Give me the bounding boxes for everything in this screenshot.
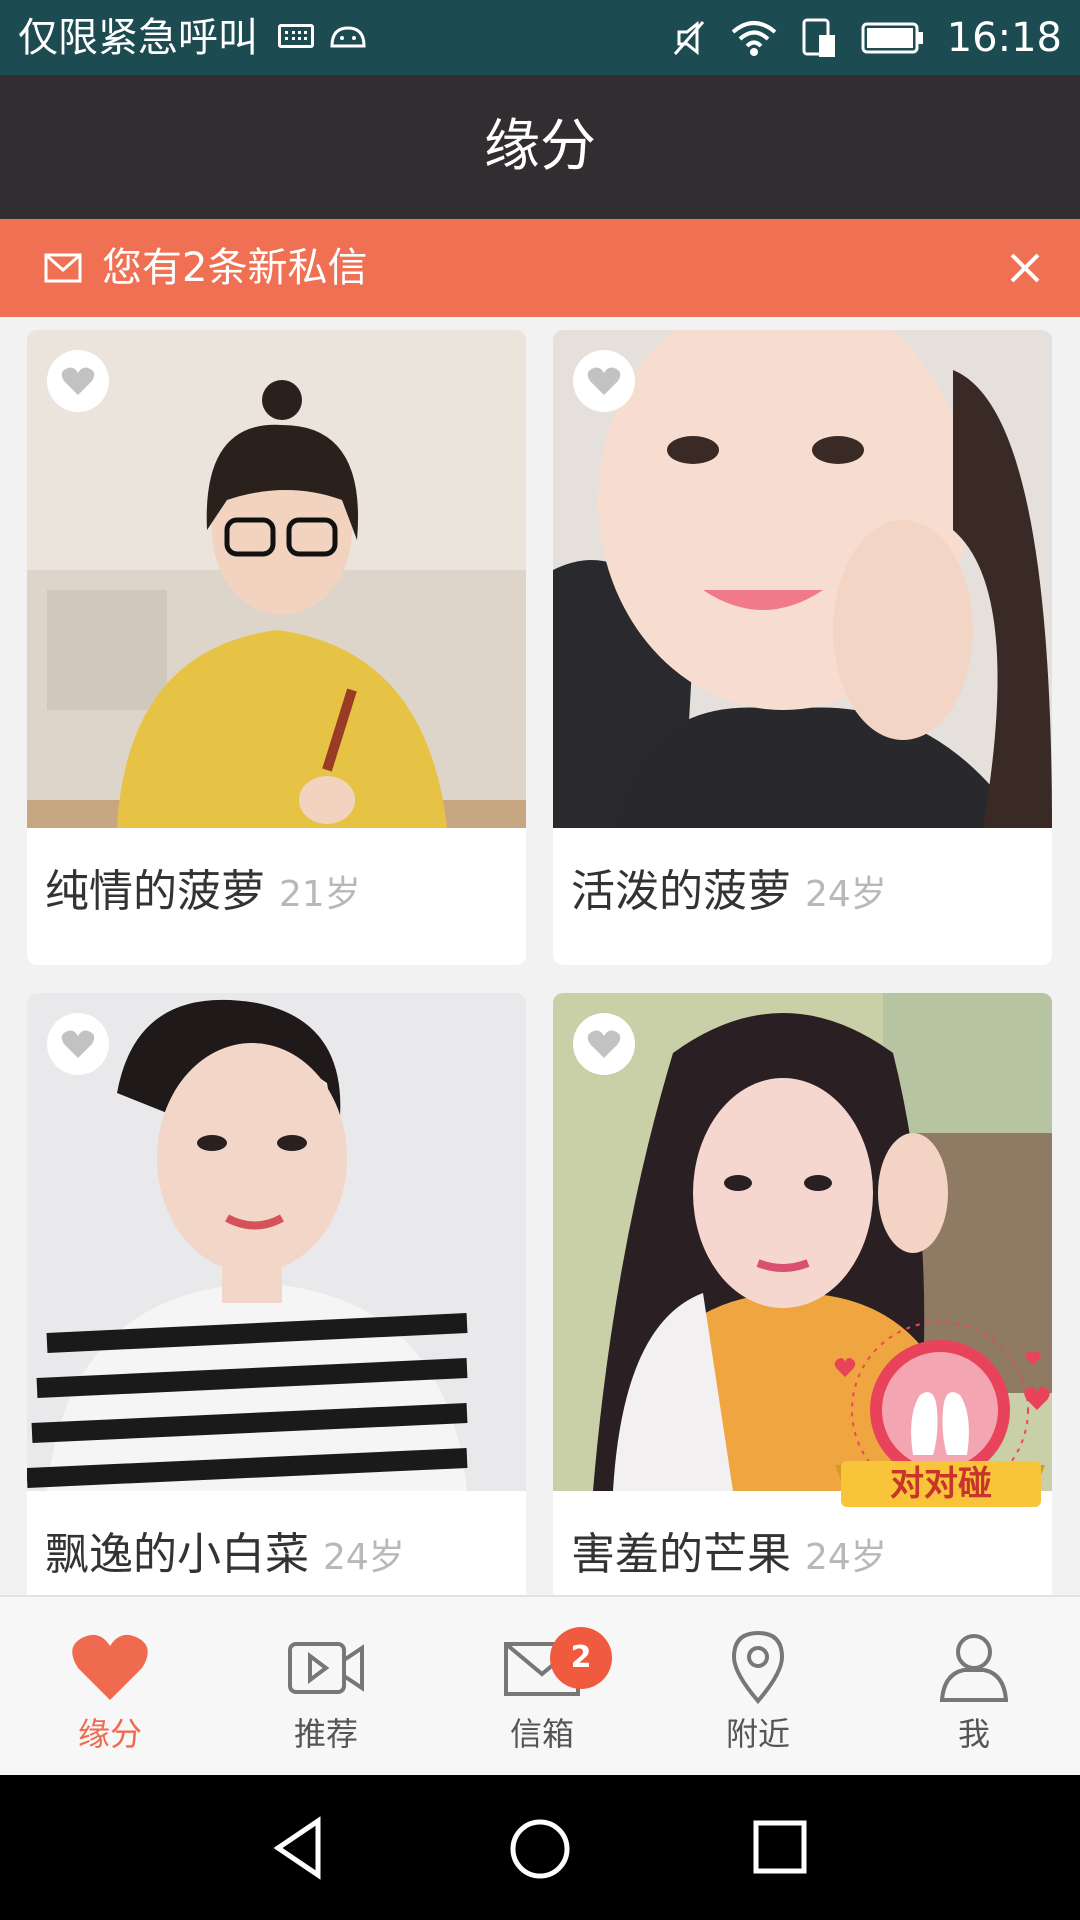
- heart-icon: [587, 367, 621, 395]
- nav-label: 缘分: [77, 1715, 142, 1753]
- profile-name: 飘逸的小白菜: [45, 1529, 309, 1580]
- nav-item-recommend[interactable]: 推荐: [218, 1597, 434, 1775]
- home-icon[interactable]: [508, 1817, 572, 1881]
- nav-item-fate[interactable]: 缘分: [2, 1597, 218, 1775]
- wifi-icon: [731, 21, 777, 56]
- nav-item-mailbox[interactable]: 信箱: [434, 1597, 650, 1775]
- profile-age: 24岁: [805, 874, 887, 915]
- location-pin-icon: [731, 1630, 785, 1705]
- clock: 16:18: [946, 15, 1062, 61]
- profile-photo[interactable]: [27, 330, 526, 828]
- match-game-badge[interactable]: 对对碰: [825, 1315, 1055, 1515]
- profile-name: 纯情的菠萝: [45, 866, 265, 917]
- profile-photo[interactable]: [27, 993, 526, 1491]
- profile-card[interactable]: 活泼的菠萝 24岁: [553, 330, 1052, 965]
- like-button[interactable]: [573, 350, 635, 412]
- nav-label: 附近: [725, 1715, 790, 1753]
- app-header: 缘分: [0, 75, 1080, 219]
- heart-icon: [61, 367, 95, 395]
- profile-info: 纯情的菠萝 21岁: [45, 828, 361, 956]
- like-button[interactable]: [573, 1013, 635, 1075]
- keyboard-icon: [278, 24, 314, 48]
- heart-icon: [587, 1030, 621, 1058]
- carrier-text: 仅限紧急呼叫: [18, 15, 258, 61]
- profile-card[interactable]: 害羞的芒果 24岁: [553, 993, 1052, 1628]
- page-title: 缘分: [484, 114, 596, 179]
- video-icon: [288, 1642, 364, 1694]
- profile-age: 24岁: [323, 1537, 405, 1578]
- person-icon: [939, 1634, 1009, 1702]
- nav-label: 信箱: [509, 1715, 574, 1753]
- close-icon[interactable]: [996, 239, 1054, 297]
- profile-card[interactable]: 纯情的菠萝 21岁: [27, 330, 526, 965]
- bottom-nav: 缘分 推荐 信箱 附近 我 2: [0, 1595, 1080, 1775]
- system-nav-bar: [0, 1775, 1080, 1920]
- status-bar: 仅限紧急呼叫 16:18: [0, 0, 1080, 75]
- nav-item-me[interactable]: 我: [866, 1597, 1080, 1775]
- mail-icon: [44, 253, 82, 283]
- match-badge-label: 对对碰: [890, 1464, 992, 1504]
- heart-icon: [72, 1634, 148, 1700]
- profile-info: 活泼的菠萝 24岁: [571, 828, 887, 956]
- unread-badge: 2: [550, 1627, 612, 1689]
- banner-message: 您有2条新私信: [102, 245, 368, 291]
- profile-age: 21岁: [279, 874, 361, 915]
- sim-icon: [802, 18, 835, 57]
- like-button[interactable]: [47, 350, 109, 412]
- profile-name: 害羞的芒果: [571, 1529, 791, 1580]
- like-button[interactable]: [47, 1013, 109, 1075]
- profile-card[interactable]: 飘逸的小白菜 24岁: [27, 993, 526, 1628]
- profile-age: 24岁: [805, 1537, 887, 1578]
- nav-label: 推荐: [293, 1715, 358, 1753]
- new-message-banner[interactable]: 您有2条新私信: [0, 219, 1080, 317]
- profile-photo[interactable]: [553, 330, 1052, 828]
- battery-icon: [861, 22, 923, 54]
- back-icon[interactable]: [270, 1815, 330, 1881]
- nav-item-nearby[interactable]: 附近: [650, 1597, 866, 1775]
- nav-label: 我: [957, 1715, 990, 1753]
- android-icon: [330, 26, 366, 48]
- profile-name: 活泼的菠萝: [571, 866, 791, 917]
- heart-icon: [61, 1030, 95, 1058]
- mute-icon: [673, 20, 704, 56]
- recents-icon[interactable]: [752, 1819, 808, 1875]
